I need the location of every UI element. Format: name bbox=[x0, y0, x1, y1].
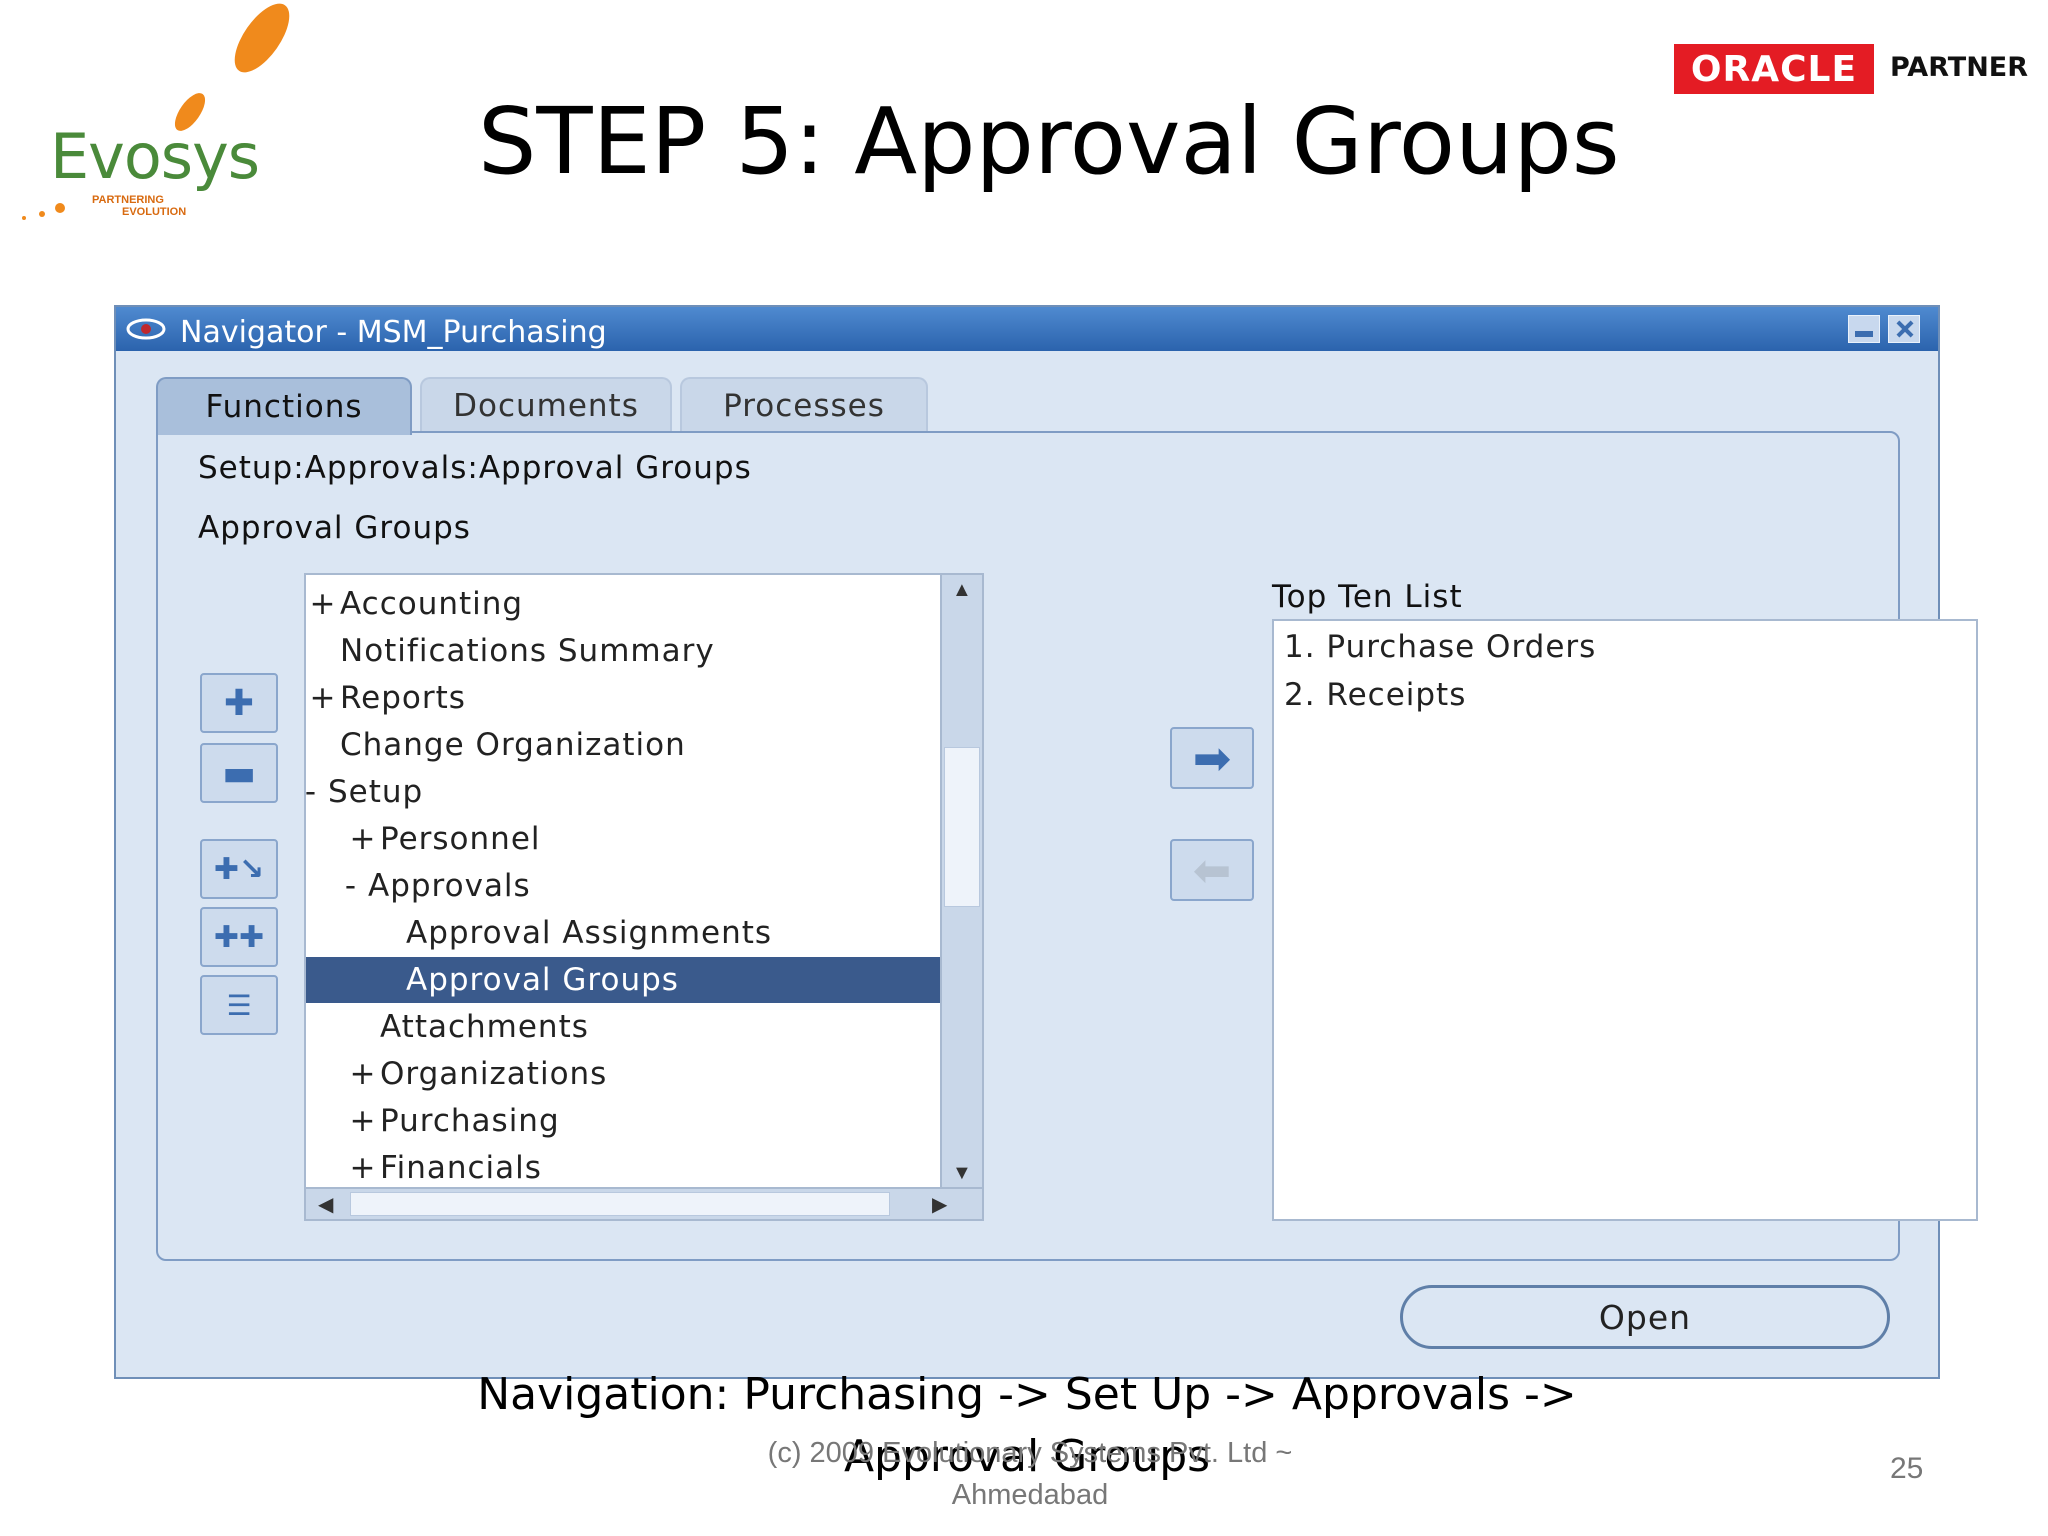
tree-item-reports[interactable]: + Reports bbox=[306, 675, 982, 721]
expand-all-icon: ✚✚ bbox=[213, 919, 265, 955]
add-to-top-ten-button[interactable]: ➡ bbox=[1170, 727, 1254, 789]
tree-item-label: Financials bbox=[380, 1150, 542, 1186]
tab-documents[interactable]: Documents bbox=[420, 377, 672, 433]
tree-expander: + bbox=[309, 680, 337, 716]
tree-expander: - bbox=[304, 774, 318, 810]
collapse-all-button[interactable]: ☰ bbox=[200, 975, 278, 1035]
top-ten-label: Top Ten List bbox=[1272, 579, 1463, 615]
selected-function-name: Approval Groups bbox=[198, 510, 471, 546]
oracle-logo: ORACLE bbox=[1674, 44, 1874, 94]
tree-item-label: Accounting bbox=[340, 586, 524, 622]
logo-text: Evosys bbox=[50, 120, 260, 193]
tree-item-label: Reports bbox=[340, 680, 466, 716]
tree-item-label: Approval Groups bbox=[406, 962, 679, 998]
tab-processes[interactable]: Processes bbox=[680, 377, 928, 433]
tree-expander: - bbox=[344, 868, 358, 904]
plus-icon: ✚ bbox=[223, 682, 255, 724]
tree-item-label: Change Organization bbox=[340, 727, 686, 763]
top-ten-list[interactable]: 1. Purchase Orders 2. Receipts bbox=[1272, 619, 1978, 1221]
tree-item-accounting[interactable]: + Accounting bbox=[306, 581, 982, 627]
window-title: Navigator - MSM_Purchasing bbox=[180, 315, 607, 350]
scroll-down-arrow-icon[interactable]: ▼ bbox=[952, 1162, 972, 1185]
top-ten-item[interactable]: 2. Receipts bbox=[1284, 677, 1466, 713]
tree-item-change-organization[interactable]: Change Organization bbox=[306, 722, 982, 768]
minus-icon: ▬ bbox=[221, 752, 256, 794]
arrow-right-icon: ➡ bbox=[1192, 731, 1232, 785]
tree-expander: + bbox=[349, 1056, 377, 1092]
copyright-text: (c) 2009 Evolutionary Systems Pvt. Ltd ~… bbox=[767, 1437, 1293, 1511]
tree-expander: + bbox=[349, 1103, 377, 1139]
logo-tagline: PARTNERING EVOLUTION bbox=[92, 194, 186, 218]
expand-branch-icon: ✚↘ bbox=[213, 851, 265, 887]
tree-expander: + bbox=[349, 1150, 377, 1186]
top-ten-item[interactable]: 1. Purchase Orders bbox=[1284, 629, 1596, 665]
tree-item-label: Approvals bbox=[368, 868, 531, 904]
tree-expander: + bbox=[349, 821, 377, 857]
expand-button[interactable]: ✚ bbox=[200, 673, 278, 733]
collapse-all-icon: ☰ bbox=[226, 988, 252, 1022]
tree-item-label: Purchasing bbox=[380, 1103, 560, 1139]
logo-tagline-2: EVOLUTION bbox=[122, 206, 187, 218]
tree-item-label: Personnel bbox=[380, 821, 541, 857]
vertical-scroll-thumb[interactable] bbox=[944, 747, 980, 907]
oracle-app-icon bbox=[126, 318, 166, 340]
scroll-up-arrow-icon[interactable]: ▲ bbox=[952, 579, 972, 602]
evosys-logo: Evosys PARTNERING EVOLUTION bbox=[0, 0, 300, 230]
function-tree[interactable]: + Accounting Notifications Summary + Repor… bbox=[304, 573, 984, 1221]
tree-item-label: Attachments bbox=[380, 1009, 589, 1045]
tree-item-label: Notifications Summary bbox=[340, 633, 715, 669]
horizontal-scroll-thumb[interactable] bbox=[350, 1192, 890, 1216]
tree-item-approvals[interactable]: - Approvals bbox=[306, 863, 982, 909]
arrow-left-icon: ⬅ bbox=[1192, 843, 1232, 897]
expand-branch-button[interactable]: ✚↘ bbox=[200, 839, 278, 899]
tree-item-organizations[interactable]: + Organizations bbox=[306, 1051, 982, 1097]
window-titlebar[interactable]: Navigator - MSM_Purchasing bbox=[116, 307, 1938, 351]
tab-functions[interactable]: Functions bbox=[156, 377, 412, 435]
tree-item-personnel[interactable]: + Personnel bbox=[306, 816, 982, 862]
tree-item-label: Setup bbox=[328, 774, 424, 810]
tree-item-setup[interactable]: - Setup bbox=[304, 769, 970, 815]
tree-item-label: Approval Assignments bbox=[406, 915, 773, 951]
minimize-button[interactable] bbox=[1848, 315, 1880, 343]
tree-item-approval-groups[interactable]: Approval Groups bbox=[306, 957, 982, 1003]
function-path: Setup:Approvals:Approval Groups bbox=[198, 450, 752, 486]
close-button[interactable] bbox=[1888, 315, 1920, 343]
tree-item-approval-assignments[interactable]: Approval Assignments bbox=[306, 910, 982, 956]
tree-item-financials[interactable]: + Financials bbox=[306, 1145, 982, 1191]
slide-title: STEP 5: Approval Groups bbox=[478, 88, 1620, 195]
logo-tagline-1: PARTNERING bbox=[92, 194, 164, 206]
remove-from-top-ten-button[interactable]: ⬅ bbox=[1170, 839, 1254, 901]
open-button[interactable]: Open bbox=[1400, 1285, 1890, 1349]
tree-item-notifications-summary[interactable]: Notifications Summary bbox=[306, 628, 982, 674]
scroll-right-arrow-icon[interactable]: ▶ bbox=[932, 1192, 947, 1217]
page-number: 25 bbox=[1890, 1452, 1924, 1485]
tree-item-purchasing[interactable]: + Purchasing bbox=[306, 1098, 982, 1144]
tree-item-label: Organizations bbox=[380, 1056, 608, 1092]
tree-item-attachments[interactable]: Attachments bbox=[306, 1004, 982, 1050]
tree-horizontal-scrollbar[interactable]: ◀ ▶ bbox=[306, 1187, 982, 1219]
partner-label: PARTNER bbox=[1890, 52, 2029, 83]
expand-all-button[interactable]: ✚✚ bbox=[200, 907, 278, 967]
tree-vertical-scrollbar[interactable]: ▲ ▼ bbox=[940, 575, 982, 1189]
scroll-left-arrow-icon[interactable]: ◀ bbox=[318, 1192, 333, 1217]
collapse-button[interactable]: ▬ bbox=[200, 743, 278, 803]
navigator-window: Navigator - MSM_Purchasing Documents Pro… bbox=[114, 305, 1978, 1379]
tree-expander: + bbox=[309, 586, 337, 622]
